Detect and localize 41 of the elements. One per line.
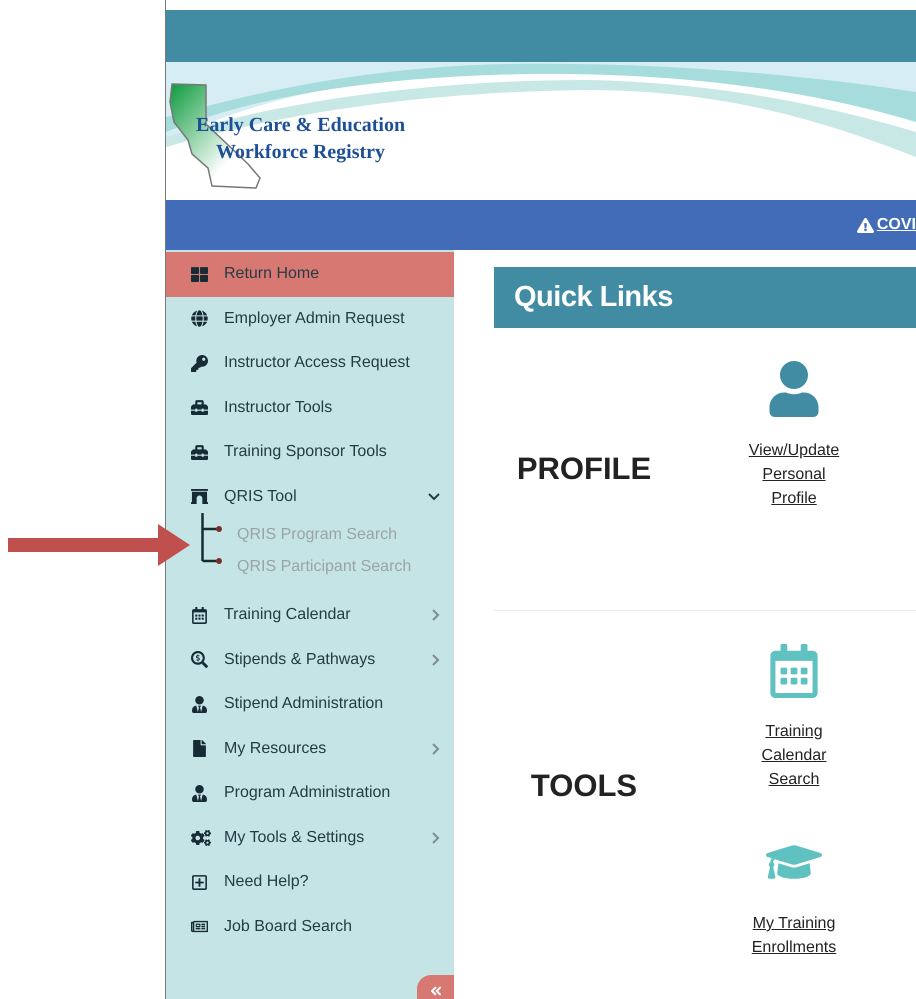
person-icon <box>191 784 208 802</box>
quick-links-header: Quick Links <box>494 267 916 328</box>
chevron-down-icon <box>428 492 440 501</box>
calendar-icon <box>191 606 208 624</box>
dollar-search-icon <box>191 651 208 668</box>
chevron-right-icon <box>432 654 440 666</box>
globe-icon <box>191 310 208 328</box>
file-icon <box>191 740 208 758</box>
sidebar-item[interactable]: Instructor Tools <box>166 386 454 430</box>
gears-icon <box>191 828 211 848</box>
collapse-button[interactable] <box>417 975 454 999</box>
sidebar-item[interactable]: Stipends & Pathways <box>166 638 454 682</box>
alert-link[interactable]: COVI <box>856 216 916 234</box>
sidebar-item[interactable]: Training Calendar <box>166 593 454 638</box>
sidebar-item[interactable]: Return Home <box>166 252 454 296</box>
sidebar-item[interactable]: Instructor Access Request <box>166 341 454 386</box>
sidebar-item[interactable]: My Resources <box>166 726 454 771</box>
quick-link[interactable]: My Training Enrollments <box>738 912 850 960</box>
archway-icon <box>191 488 208 506</box>
toolbox-icon <box>191 399 208 416</box>
sidebar-item[interactable]: Program Administration <box>166 771 454 816</box>
sidebar-item[interactable]: Employer Admin Request <box>166 296 454 341</box>
person-icon <box>191 696 208 713</box>
sidebar-item[interactable]: QRIS Tool <box>166 474 454 519</box>
quick-link[interactable]: View/Update Personal Profile <box>738 439 850 511</box>
sidebar-item[interactable]: Training Sponsor Tools <box>166 430 454 474</box>
sidebar-item[interactable]: My Tools & Settings <box>166 816 454 860</box>
chevron-right-icon <box>432 609 440 622</box>
toolbox-icon <box>191 444 208 461</box>
sidebar-item[interactable]: Stipend Administration <box>166 682 454 726</box>
section-title: PROFILE <box>516 451 652 487</box>
chevron-right-icon <box>432 742 440 755</box>
warning-icon <box>856 216 874 234</box>
section-title: TOOLS <box>530 768 638 804</box>
sidebar-item[interactable]: Job Board Search <box>166 904 454 949</box>
tree-lines <box>201 513 223 567</box>
key-icon <box>191 354 208 372</box>
grid-icon <box>191 266 208 283</box>
sidebar-item[interactable]: Need Help? <box>166 860 454 904</box>
chevron-right-icon <box>432 832 440 844</box>
quick-link[interactable]: Training Calendar Search <box>738 720 850 792</box>
